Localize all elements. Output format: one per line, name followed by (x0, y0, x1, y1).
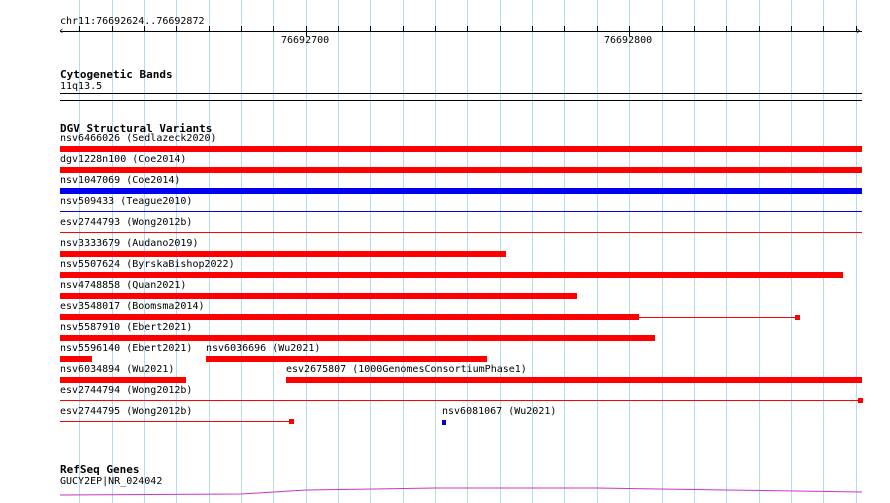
feature-line[interactable] (60, 232, 862, 233)
feature-bar[interactable] (60, 188, 862, 194)
ruler-tick (791, 26, 792, 31)
feature-label[interactable]: esv2744793 (Wong2012b) (60, 217, 192, 229)
feature-bar[interactable] (60, 251, 506, 257)
ruler-line[interactable] (60, 31, 862, 32)
grid-line (694, 0, 695, 503)
grid-line (856, 0, 857, 503)
feature-label[interactable]: nsv6081067 (Wu2021) (442, 406, 556, 418)
ruler-tick (759, 26, 760, 31)
feature-label[interactable]: nsv5507624 (ByrskaBishop2022) (60, 259, 235, 271)
feature-label[interactable]: nsv6466026 (Sedlazeck2020) (60, 133, 217, 145)
feature-bar[interactable] (60, 167, 862, 173)
feature-bar[interactable] (60, 272, 843, 278)
ruler-tick (694, 26, 695, 31)
ruler-tick-label: 76692700 (281, 35, 330, 46)
cytoband-bottom-line[interactable] (60, 100, 862, 101)
feature-bar[interactable] (60, 335, 655, 341)
grid-line (532, 0, 533, 503)
ruler-tick (823, 26, 824, 31)
gene-intron-line (59, 487, 863, 496)
ruler-tick (338, 26, 339, 31)
ruler-left-arrow-icon[interactable]: ‹ (58, 25, 65, 37)
feature-label[interactable]: esv2675807 (1000GenomesConsortiumPhase1) (286, 364, 527, 376)
feature-tail-line[interactable] (639, 317, 797, 318)
feature-label[interactable]: dgv1228n100 (Coe2014) (60, 154, 186, 166)
ruler-tick (856, 26, 857, 31)
ruler-tick (726, 26, 727, 31)
feature-bar[interactable] (60, 377, 186, 383)
ruler-tick-label: 76692800 (604, 35, 653, 46)
ruler-tick (112, 26, 113, 31)
feature-end-box[interactable] (289, 419, 294, 424)
grid-line (629, 0, 630, 503)
feature-bar[interactable] (286, 377, 862, 383)
feature-end-box[interactable] (795, 315, 800, 320)
cytoband-top-line (60, 93, 862, 94)
feature-end-box[interactable] (858, 398, 863, 403)
ruler-tick (532, 26, 533, 31)
refseq-track-title[interactable]: RefSeq Genes (60, 463, 139, 476)
ruler-tick (176, 26, 177, 31)
feature-label[interactable]: nsv6036696 (Wu2021) (206, 343, 320, 355)
grid-line (597, 0, 598, 503)
feature-box[interactable] (442, 420, 446, 425)
ruler-tick (370, 26, 371, 31)
feature-label[interactable]: nsv3333679 (Audano2019) (60, 238, 198, 250)
ruler-tick (241, 26, 242, 31)
feature-label[interactable]: esv2744795 (Wong2012b) (60, 406, 192, 418)
feature-label[interactable]: nsv6034894 (Wu2021) (60, 364, 174, 376)
grid-line (791, 0, 792, 503)
ruler-tick (79, 26, 80, 31)
ruler-tick (435, 26, 436, 31)
ruler-tick (403, 26, 404, 31)
feature-label[interactable]: nsv4748858 (Quan2021) (60, 280, 186, 292)
ruler-tick (662, 26, 663, 31)
gene-model[interactable] (0, 484, 890, 498)
feature-bar[interactable] (60, 293, 577, 299)
ruler-tick (209, 26, 210, 31)
feature-bar[interactable] (206, 356, 487, 362)
feature-label[interactable]: esv2744794 (Wong2012b) (60, 385, 192, 397)
cytoband-track-title[interactable]: Cytogenetic Bands (60, 68, 173, 81)
genome-browser-panel[interactable]: chr11:76692624..76692872 ‹ › 76692700 76… (0, 0, 890, 503)
feature-line[interactable] (60, 400, 862, 401)
feature-line[interactable] (60, 211, 862, 212)
feature-label[interactable]: nsv509433 (Teague2010) (60, 196, 192, 208)
feature-label[interactable]: nsv1047069 (Coe2014) (60, 175, 180, 187)
grid-line (823, 0, 824, 503)
feature-bar[interactable] (60, 356, 92, 362)
location-label: chr11:76692624..76692872 (60, 16, 205, 27)
ruler-tick (500, 26, 501, 31)
grid-line (564, 0, 565, 503)
feature-line[interactable] (60, 421, 293, 422)
grid-line (662, 0, 663, 503)
cytoband-label: 11q13.5 (60, 81, 103, 92)
feature-label[interactable]: nsv5596140 (Ebert2021) (60, 343, 192, 355)
ruler-tick (273, 26, 274, 31)
grid-line (759, 0, 760, 503)
feature-bar[interactable] (60, 314, 639, 320)
feature-label[interactable]: nsv5587910 (Ebert2021) (60, 322, 192, 334)
ruler-tick (144, 26, 145, 31)
ruler-tick (564, 26, 565, 31)
grid-line (726, 0, 727, 503)
ruler-tick (597, 26, 598, 31)
ruler-tick (467, 26, 468, 31)
feature-bar[interactable] (60, 146, 862, 152)
feature-label[interactable]: esv3548017 (Boomsma2014) (60, 301, 205, 313)
